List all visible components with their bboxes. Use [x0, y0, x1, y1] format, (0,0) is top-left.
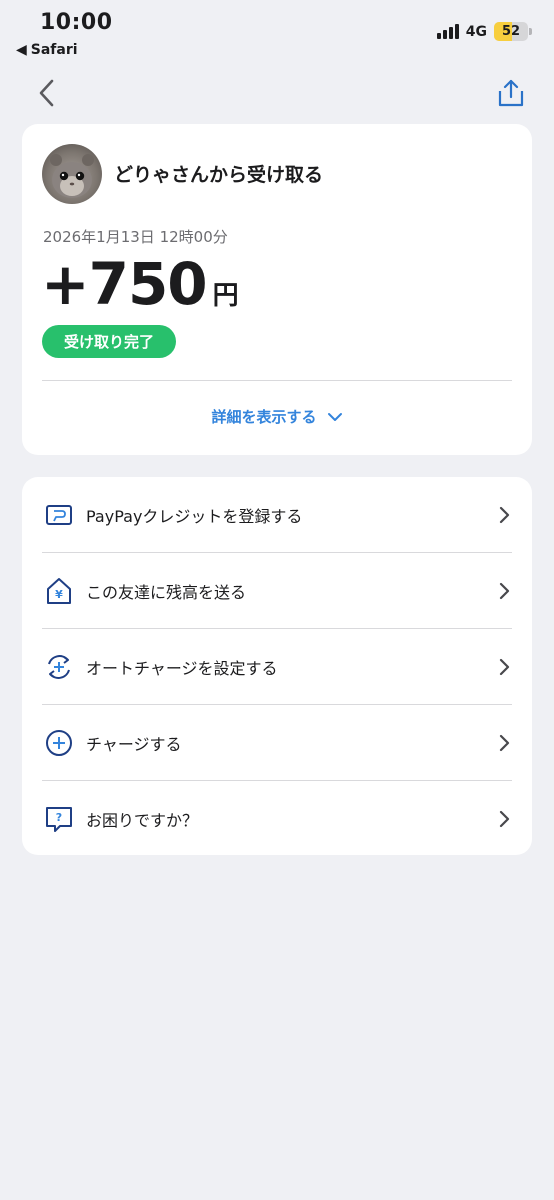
- menu-item-charge[interactable]: チャージする: [22, 705, 532, 780]
- chevron-right-icon: [498, 505, 512, 525]
- show-details-label: 詳細を表示する: [211, 408, 317, 426]
- auto-charge-icon: [44, 652, 74, 682]
- amount-value: +750: [41, 250, 208, 318]
- yen-house-icon: ¥: [44, 576, 74, 606]
- transaction-date: 2026年1月13日 12時00分: [43, 228, 228, 246]
- currency-unit: 円: [212, 281, 239, 311]
- credit-card-icon: [44, 500, 74, 530]
- show-details-button[interactable]: 詳細を表示する: [22, 406, 532, 427]
- plus-circle-icon: [44, 728, 74, 758]
- back-app-label: Safari: [30, 42, 78, 58]
- menu-item-auto-charge[interactable]: オートチャージを設定する: [22, 629, 532, 704]
- avatar: [42, 144, 102, 204]
- menu-item-label: オートチャージを設定する: [86, 658, 278, 678]
- status-indicators: 4G 52: [436, 22, 532, 41]
- network-type: 4G: [465, 23, 487, 40]
- chevron-right-icon: [498, 809, 512, 829]
- transaction-title: どりゃさんから受け取る: [114, 164, 324, 186]
- help-bubble-icon: ?: [44, 804, 74, 834]
- share-icon: [498, 79, 524, 107]
- battery-percent: 52: [501, 24, 521, 39]
- share-button[interactable]: [494, 76, 528, 110]
- actions-menu-card: PayPayクレジットを登録する ¥ この友達に残高を送る オートチャージを設定…: [22, 477, 532, 855]
- back-button[interactable]: [30, 76, 64, 110]
- status-time: 10:00: [40, 10, 113, 35]
- chevron-right-icon: [498, 657, 512, 677]
- chevron-right-icon: [498, 733, 512, 753]
- menu-item-label: この友達に残高を送る: [86, 582, 247, 602]
- signal-icon: [436, 24, 459, 39]
- back-to-safari-link[interactable]: ◀ Safari: [16, 42, 78, 58]
- menu-item-send-balance[interactable]: ¥ この友達に残高を送る: [22, 553, 532, 628]
- hamster-avatar-image: [50, 154, 94, 198]
- status-badge: 受け取り完了: [42, 325, 177, 358]
- menu-item-register-credit[interactable]: PayPayクレジットを登録する: [22, 477, 532, 552]
- transaction-summary-card: どりゃさんから受け取る 2026年1月13日 12時00分 +750 円 受け取…: [22, 124, 532, 455]
- chevron-left-icon: [39, 79, 54, 107]
- divider: [42, 380, 512, 381]
- amount-row: +750 円: [41, 250, 239, 318]
- status-bar: 10:00 ◀ Safari 4G 52: [0, 0, 554, 66]
- svg-text:¥: ¥: [55, 588, 63, 601]
- menu-item-label: チャージする: [86, 734, 182, 754]
- svg-text:?: ?: [56, 811, 62, 824]
- menu-item-label: お困りですか？: [86, 810, 199, 830]
- menu-item-help[interactable]: ? お困りですか？: [22, 781, 532, 856]
- chevron-down-icon: [327, 412, 342, 421]
- battery-tip: [529, 28, 532, 35]
- back-triangle-icon: ◀: [16, 42, 27, 58]
- menu-item-label: PayPayクレジットを登録する: [86, 506, 303, 526]
- battery-icon: 52: [494, 22, 528, 41]
- chevron-right-icon: [498, 581, 512, 601]
